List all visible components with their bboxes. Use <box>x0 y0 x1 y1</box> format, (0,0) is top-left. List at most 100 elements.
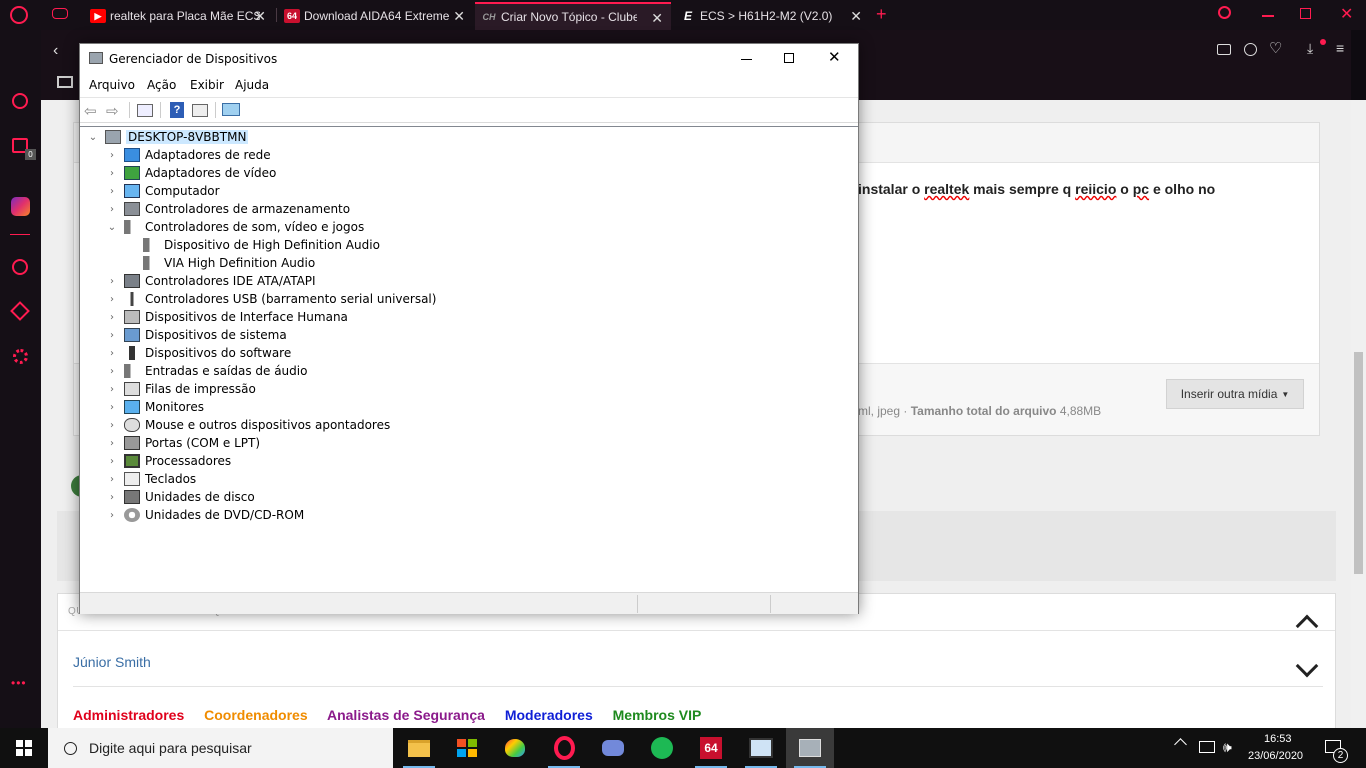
gamepad-icon[interactable] <box>52 8 68 19</box>
expand-chevron-icon[interactable]: › <box>107 204 117 215</box>
tree-node[interactable]: › Filas de impressão <box>107 380 256 398</box>
menu-ajuda[interactable]: Ajuda <box>235 78 269 92</box>
page-scrollbar[interactable] <box>1351 100 1366 728</box>
group-analistas[interactable]: Analistas de Segurança <box>327 707 485 723</box>
aida64-icon[interactable]: 64 <box>687 728 735 768</box>
expand-chevron-icon[interactable]: › <box>107 330 117 341</box>
new-tab-button[interactable]: + <box>876 4 887 25</box>
show-hidden-icons[interactable] <box>1174 738 1187 751</box>
tree-node[interactable]: › Teclados <box>107 470 196 488</box>
scan-hardware-icon[interactable] <box>222 103 240 116</box>
group-moderadores[interactable]: Moderadores <box>505 707 593 723</box>
menu-acao[interactable]: Ação <box>147 78 176 92</box>
tree-node[interactable]: › Adaptadores de vídeo <box>107 164 276 182</box>
tree-node[interactable]: › Entradas e saídas de áudio <box>107 362 307 380</box>
tree-node[interactable]: › Dispositivos de Interface Humana <box>107 308 348 326</box>
collapse-chevron-icon[interactable]: ⌄ <box>88 132 98 143</box>
expand-chevron-icon[interactable]: › <box>107 150 117 161</box>
minimize-icon[interactable] <box>1262 15 1274 17</box>
close-tab-icon[interactable]: ✕ <box>254 8 266 25</box>
taskbar-search-box[interactable]: Digite aqui para pesquisar <box>48 728 393 768</box>
expand-chevron-icon[interactable]: › <box>107 420 117 431</box>
tree-node[interactable]: › Unidades de disco <box>107 488 255 506</box>
close-tab-icon[interactable]: ✕ <box>453 8 465 25</box>
close-icon[interactable]: ✕ <box>1340 4 1353 24</box>
scrollbar-thumb[interactable] <box>1354 352 1363 574</box>
expand-chevron-icon[interactable]: › <box>107 294 117 305</box>
group-administradores[interactable]: Administradores <box>73 707 184 723</box>
close-tab-icon[interactable]: ✕ <box>850 8 862 25</box>
expand-chevron-icon[interactable]: › <box>107 474 117 485</box>
group-coordenadores[interactable]: Coordenadores <box>204 707 307 723</box>
start-button[interactable] <box>0 728 48 768</box>
expand-chevron-icon[interactable]: › <box>107 312 117 323</box>
spotify-icon[interactable] <box>638 728 686 768</box>
adblock-icon[interactable] <box>1244 43 1257 56</box>
history-icon[interactable] <box>9 256 31 278</box>
tab-criar-novo-topico[interactable]: CH Criar Novo Tópico - Clube d ✕ <box>475 2 671 30</box>
post-text[interactable]: instalar o realtek mais sempre q reiicio… <box>858 181 1215 197</box>
dm-title-bar[interactable]: Gerenciador de Dispositivos ✕ <box>80 44 858 74</box>
tree-node[interactable]: › Monitores <box>107 398 204 416</box>
properties-icon[interactable] <box>192 104 208 117</box>
search-icon[interactable] <box>1218 6 1231 19</box>
tree-node[interactable]: › Mouse e outros dispositivos apontadores <box>107 416 390 434</box>
more-icon[interactable]: ••• <box>11 676 27 690</box>
tree-node[interactable]: ⌄ Controladores de som, vídeo e jogos <box>107 218 364 236</box>
tree-child-node[interactable]: VIA High Definition Audio <box>143 254 315 272</box>
device-manager-icon[interactable] <box>786 728 834 768</box>
expand-chevron-icon[interactable]: › <box>107 384 117 395</box>
tree-node[interactable]: › Processadores <box>107 452 231 470</box>
tree-child-node[interactable]: Dispositivo de High Definition Audio <box>143 236 380 254</box>
expand-chevron-icon[interactable]: › <box>107 276 117 287</box>
menu-arquivo[interactable]: Arquivo <box>89 78 135 92</box>
tree-node[interactable]: › Dispositivos de sistema <box>107 326 287 344</box>
expand-chevron-icon[interactable]: › <box>107 348 117 359</box>
menu-exibir[interactable]: Exibir <box>190 78 224 92</box>
tree-node[interactable]: › Controladores IDE ATA/ATAPI <box>107 272 316 290</box>
heart-icon[interactable]: ♡ <box>1269 39 1282 57</box>
extensions-cube-icon[interactable] <box>9 300 31 322</box>
snipping-icon[interactable] <box>737 728 785 768</box>
forward-arrow-icon[interactable]: ⇨ <box>106 102 119 120</box>
dm-minimize-button[interactable] <box>741 59 752 60</box>
clock-time[interactable]: 16:53 <box>1264 733 1292 745</box>
dm-maximize-button[interactable] <box>784 53 794 63</box>
expand-chevron-icon[interactable]: › <box>107 168 117 179</box>
clock-date[interactable]: 23/06/2020 <box>1248 750 1303 762</box>
expand-chevron-icon[interactable]: › <box>107 186 117 197</box>
file-explorer-icon[interactable] <box>395 728 443 768</box>
restore-icon[interactable] <box>1300 8 1311 19</box>
opera-icon[interactable] <box>540 728 588 768</box>
tree-node[interactable]: › Controladores de armazenamento <box>107 200 350 218</box>
volume-icon[interactable]: 🕪 <box>1223 739 1232 756</box>
tree-node[interactable]: › Controladores USB (barramento serial un… <box>107 290 436 308</box>
tab-realtek[interactable]: ▶ realtek para Placa Mãe ECS ✕ <box>84 2 274 30</box>
download-icon[interactable]: ⤓ <box>1307 40 1313 57</box>
tab-ecs[interactable]: E ECS > H61H2-M2 (V2.0) ✕ <box>674 2 870 30</box>
tree-node[interactable]: › Computador <box>107 182 220 200</box>
settings-gear-icon[interactable] <box>9 345 31 367</box>
back-arrow-icon[interactable]: ⇦ <box>84 102 97 120</box>
tab-aida64[interactable]: 64 Download AIDA64 Extreme ✕ <box>278 2 473 30</box>
online-member-link[interactable]: Júnior Smith <box>73 654 151 670</box>
tree-node[interactable]: › Unidades de DVD/CD-ROM <box>107 506 304 524</box>
show-hide-tree-icon[interactable] <box>137 104 153 117</box>
insert-media-button[interactable]: Inserir outra mídia ▼ <box>1166 379 1304 409</box>
expand-chevron-icon[interactable]: › <box>107 456 117 467</box>
tree-node[interactable]: › Adaptadores de rede <box>107 146 271 164</box>
help-icon[interactable]: ? <box>170 102 184 118</box>
close-tab-icon[interactable]: ✕ <box>651 10 663 27</box>
discord-icon[interactable] <box>589 728 637 768</box>
collapse-chevron-icon[interactable]: ⌄ <box>107 222 117 233</box>
expand-chevron-icon[interactable]: › <box>107 402 117 413</box>
tree-node[interactable]: › Dispositivos do software <box>107 344 291 362</box>
tree-root[interactable]: ⌄ DESKTOP-8VBBTMN <box>88 128 249 146</box>
dm-close-button[interactable]: ✕ <box>828 48 841 66</box>
store-icon[interactable] <box>443 728 491 768</box>
back-icon[interactable]: ‹ <box>53 42 58 60</box>
paint-icon[interactable] <box>491 728 539 768</box>
network-icon[interactable] <box>1199 741 1215 753</box>
menu-icon[interactable]: ≡ <box>1336 40 1344 56</box>
group-membros-vip[interactable]: Membros VIP <box>613 707 702 723</box>
